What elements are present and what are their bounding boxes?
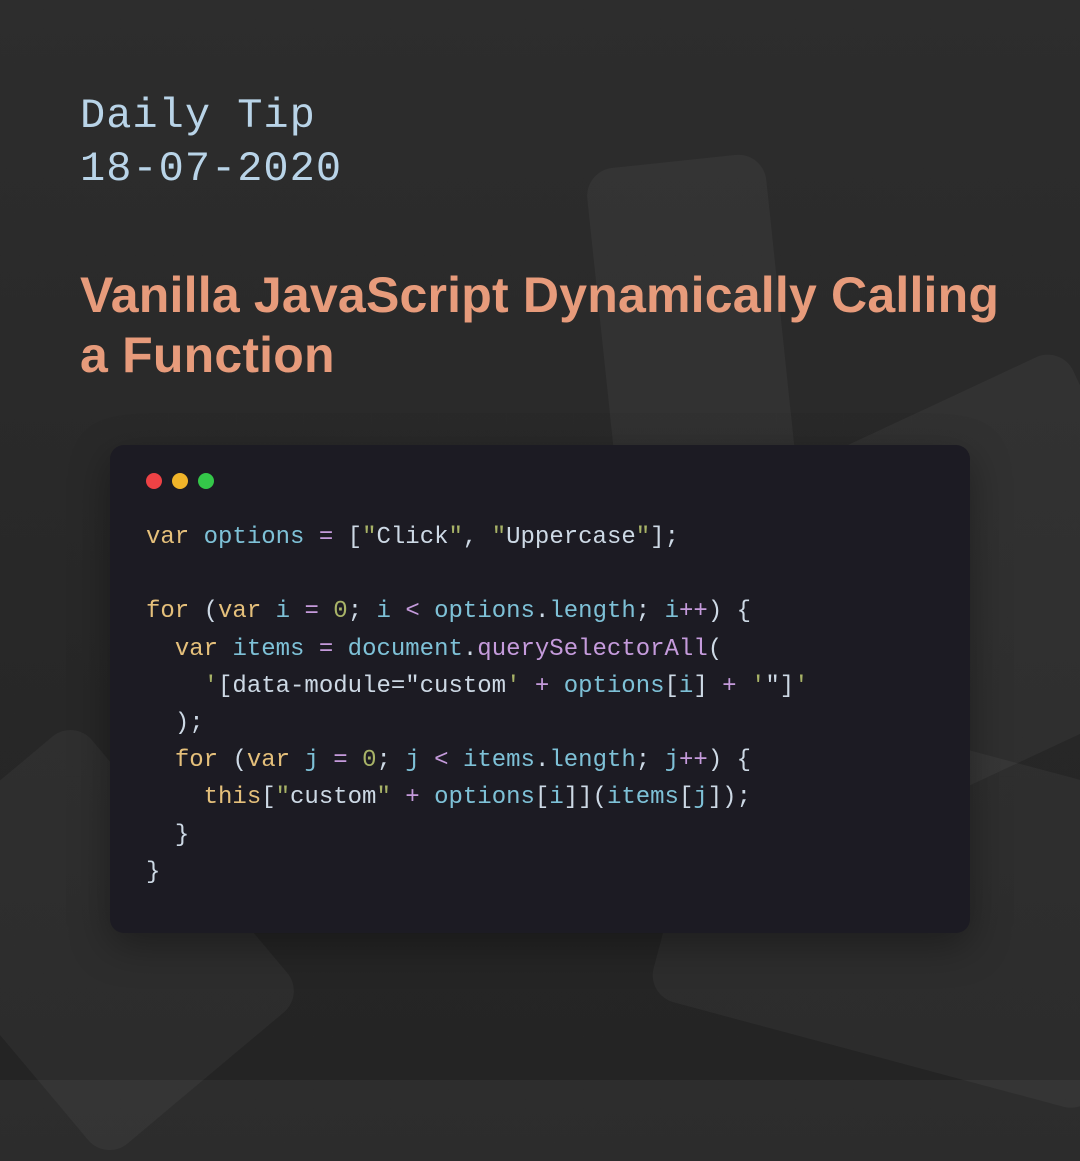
window-dots xyxy=(146,473,934,489)
page-title: Vanilla JavaScript Dynamically Calling a… xyxy=(80,265,1000,385)
window-dot-red-icon xyxy=(146,473,162,489)
window-dot-green-icon xyxy=(198,473,214,489)
kicker-line-2: 18-07-2020 xyxy=(80,143,1000,196)
kicker-line-1: Daily Tip xyxy=(80,90,1000,143)
card-content: Daily Tip 18-07-2020 Vanilla JavaScript … xyxy=(0,0,1080,933)
window-dot-yellow-icon xyxy=(172,473,188,489)
kicker: Daily Tip 18-07-2020 xyxy=(80,90,1000,195)
code-block: var options = ["Click", "Uppercase"]; fo… xyxy=(146,519,934,891)
code-window: var options = ["Click", "Uppercase"]; fo… xyxy=(110,445,970,933)
